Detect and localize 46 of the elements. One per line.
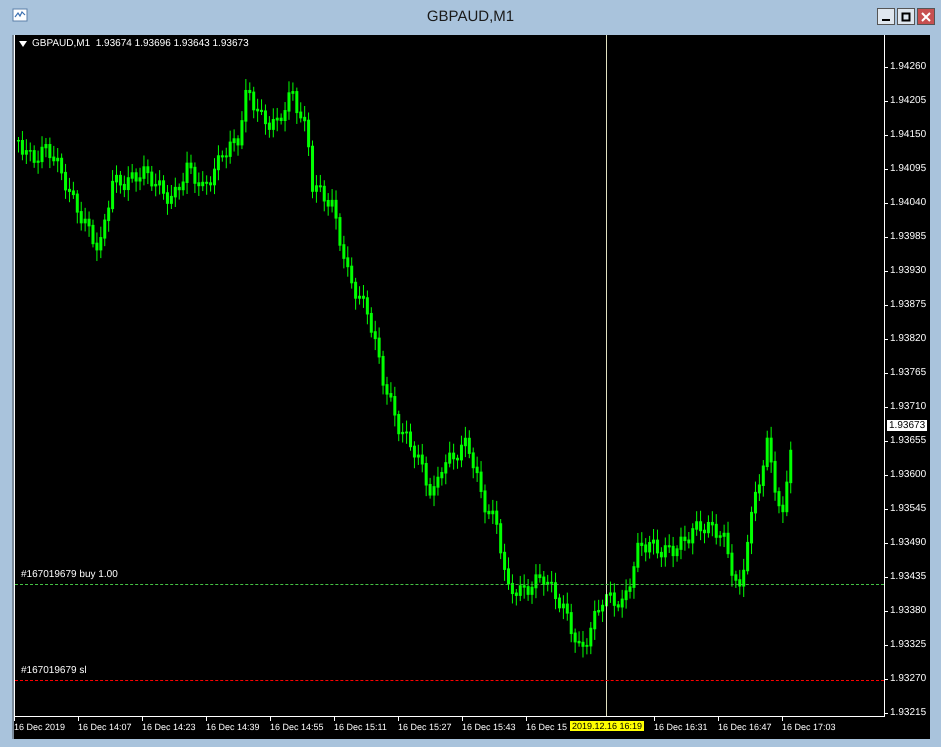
price-label: 1.94205 (890, 95, 926, 106)
price-label: 1.93490 (890, 537, 926, 548)
price-label: 1.93820 (890, 333, 926, 344)
price-label: 1.93600 (890, 469, 926, 480)
current-price-tag: 1.93673 (887, 420, 928, 431)
price-label: 1.93270 (890, 673, 926, 684)
price-label: 1.93875 (890, 299, 926, 310)
price-label: 1.93380 (890, 605, 926, 616)
time-label: 16 Dec 15:27 (398, 722, 452, 732)
price-label: 1.94040 (890, 197, 926, 208)
time-label: 16 Dec 14:55 (270, 722, 324, 732)
minimize-button[interactable] (877, 8, 895, 25)
time-label: 16 Dec 14:39 (206, 722, 260, 732)
price-label: 1.93930 (890, 265, 926, 276)
price-label: 1.93985 (890, 231, 926, 242)
time-label: 16 Dec 16:31 (654, 722, 708, 732)
symbol-quote: GBPAUD,M1 1.93674 1.93696 1.93643 1.93673 (32, 38, 249, 49)
close-button[interactable] (917, 8, 935, 25)
minimize-icon (882, 18, 890, 20)
window-title: GBPAUD,M1 (426, 8, 516, 24)
price-label: 1.93435 (890, 571, 926, 582)
maximize-icon (901, 12, 911, 22)
time-label: 16 Dec 15 (526, 722, 568, 732)
dropdown-triangle-icon[interactable] (19, 40, 27, 46)
crosshair-time-tag: 2019.12.16 16:19 (570, 721, 644, 731)
chart-window-icon (12, 7, 28, 23)
price-label: 1.94095 (890, 163, 926, 174)
time-label: 16 Dec 14:23 (142, 722, 196, 732)
time-label: 16 Dec 15:43 (462, 722, 516, 732)
time-label: 16 Dec 16:47 (718, 722, 772, 732)
time-label: 16 Dec 17:03 (782, 722, 836, 732)
price-label: 1.93545 (890, 503, 926, 514)
price-label: 1.93765 (890, 367, 926, 378)
price-label: 1.94260 (890, 61, 926, 72)
price-label: 1.93655 (890, 435, 926, 446)
time-label: 16 Dec 14:07 (78, 722, 132, 732)
time-label: 16 Dec 2019 (14, 722, 66, 732)
maximize-button[interactable] (897, 8, 915, 25)
price-label: 1.93325 (890, 639, 926, 650)
order-label: #167019679 buy 1.00 (21, 569, 118, 580)
price-label: 1.93215 (890, 707, 926, 718)
close-icon (921, 12, 931, 22)
order-label: #167019679 sl (21, 665, 87, 676)
price-label: 1.94150 (890, 129, 926, 140)
price-label: 1.93710 (890, 401, 926, 412)
time-label: 16 Dec 15:11 (334, 722, 387, 732)
